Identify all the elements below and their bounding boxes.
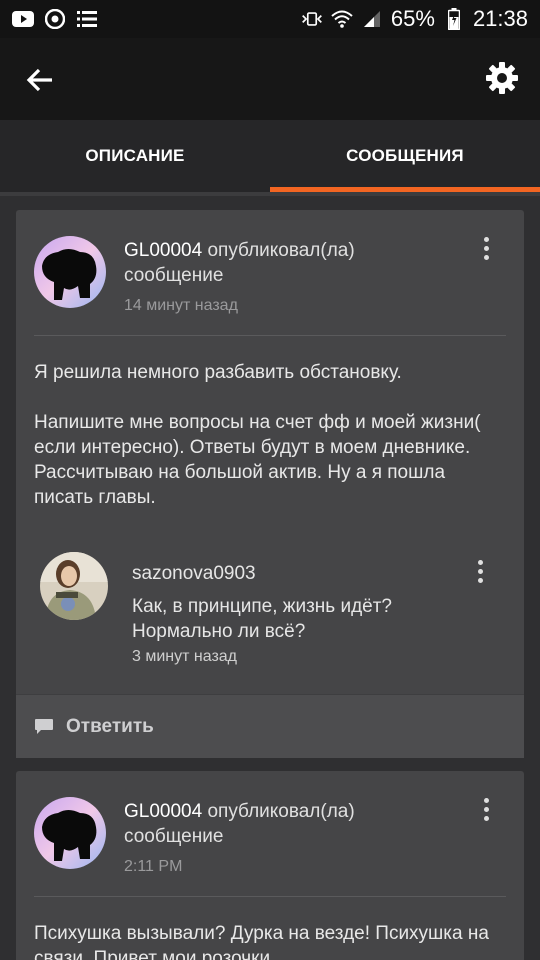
tab-bar: ОПИСАНИЕ СООБЩЕНИЯ	[0, 120, 540, 192]
post-timestamp: 14 минут назад	[124, 297, 238, 314]
settings-button[interactable]	[482, 58, 522, 98]
post-action-line2: сообщение	[124, 265, 224, 286]
back-button[interactable]	[20, 60, 60, 100]
post-card: GL00004 опубликовал(ла) сообщение 14 мин…	[16, 210, 524, 758]
more-vert-dot	[477, 577, 483, 583]
post-paragraph: Я решила немного разбавить обстановку.	[34, 362, 402, 383]
avatar[interactable]	[34, 797, 106, 869]
comment-menu-button[interactable]	[468, 553, 492, 589]
notification-icons	[12, 8, 98, 30]
divider	[34, 335, 506, 336]
more-vert-dot	[477, 568, 483, 574]
post-action: опубликовал(ла)	[202, 801, 355, 822]
post-menu-button[interactable]	[474, 230, 498, 266]
more-vert-icon	[477, 559, 483, 565]
divider	[34, 896, 506, 897]
tabs-divider	[0, 192, 540, 196]
app-bar	[0, 38, 540, 120]
more-vert-icon	[483, 236, 489, 242]
battery-percent: 65%	[390, 6, 435, 31]
post-card: GL00004 опубликовал(ла) сообщение 2:11 P…	[16, 771, 524, 960]
gear-icon	[486, 62, 518, 94]
post-header-line1: GL00004 опубликовал(ла)	[124, 801, 355, 823]
chrome-icon	[44, 8, 66, 30]
tab-messages[interactable]: СООБЩЕНИЯ	[270, 120, 540, 192]
battery-icon	[443, 8, 465, 30]
more-vert-dot	[483, 245, 489, 251]
post-action: опубликовал(ла)	[202, 240, 355, 261]
comment-author[interactable]: sazonova0903	[132, 563, 256, 585]
post-body: Психушка вызывали? Дурка на везде! Психу…	[34, 921, 504, 960]
post-action-line2: сообщение	[124, 826, 224, 847]
youtube-icon	[12, 8, 34, 30]
more-vert-dot	[483, 806, 489, 812]
clock: 21:38	[472, 6, 528, 31]
post-paragraph: Психушка вызывали? Дурка на везде! Психу…	[34, 923, 489, 960]
post-paragraph: Напишите мне вопросы на счет фф и моей ж…	[34, 412, 481, 508]
comment-text: Как, в принципе, жизнь идёт? Нормально л…	[132, 596, 392, 642]
arrow-left-icon	[26, 68, 52, 92]
comment-avatar[interactable]	[40, 552, 108, 620]
reply-label: Ответить	[66, 715, 154, 737]
comment-icon	[35, 718, 53, 734]
post-body: Я решила немного разбавить обстановку. Н…	[34, 360, 504, 535]
more-vert-icon	[483, 797, 489, 803]
avatar[interactable]	[34, 236, 106, 308]
status-bar: 65% 21:38	[0, 0, 540, 38]
post-header-line1: GL00004 опубликовал(ла)	[124, 240, 355, 262]
author-name[interactable]: GL00004	[124, 240, 202, 261]
signal-icon	[361, 8, 383, 30]
more-vert-dot	[483, 254, 489, 260]
list-icon	[76, 8, 98, 30]
wifi-icon	[331, 8, 353, 30]
vibrate-icon	[301, 8, 323, 30]
tab-description[interactable]: ОПИСАНИЕ	[0, 120, 270, 192]
reply-button[interactable]: Ответить	[16, 694, 524, 758]
system-indicators: 65% 21:38	[301, 6, 528, 32]
author-name[interactable]: GL00004	[124, 801, 202, 822]
post-timestamp: 2:11 PM	[124, 858, 183, 875]
post-menu-button[interactable]	[474, 791, 498, 827]
comment-timestamp: 3 минут назад	[132, 648, 238, 665]
more-vert-dot	[483, 815, 489, 821]
